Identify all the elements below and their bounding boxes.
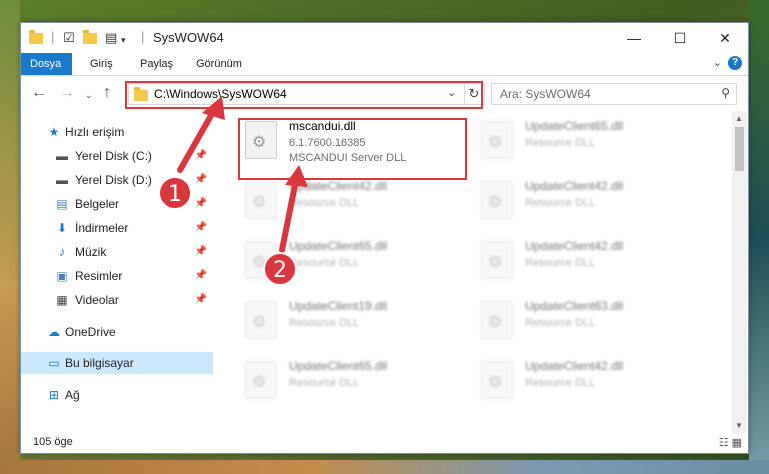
step-marker-1: 1: [158, 176, 192, 210]
step-marker-2: 2: [263, 252, 297, 286]
arrow-to-file: [279, 165, 308, 253]
arrow-to-address-bar: [177, 96, 225, 173]
annotation-arrows: [177, 96, 308, 253]
